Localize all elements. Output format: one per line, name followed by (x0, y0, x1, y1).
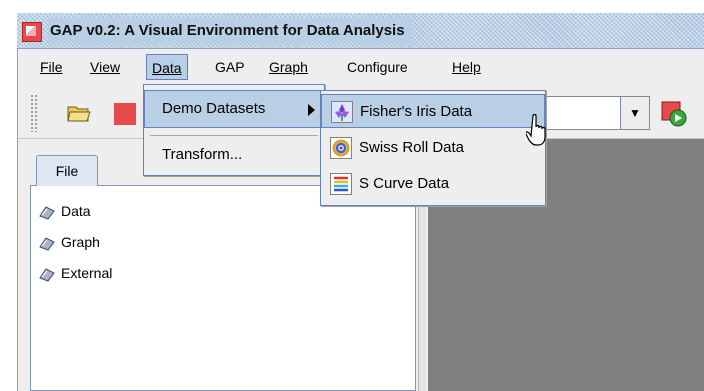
tree-item-data[interactable]: Data (38, 199, 91, 223)
tab-file[interactable]: File (36, 155, 98, 186)
menu-configure[interactable]: Configure (342, 54, 413, 80)
tree-item-label: External (61, 265, 113, 281)
tree-item-label: Graph (61, 234, 100, 250)
demo-datasets-label: Demo Datasets (162, 100, 266, 117)
tree-item-label: Data (61, 203, 91, 219)
menu-item-fishers-iris[interactable]: Fisher's Iris Data (321, 94, 545, 128)
menu-graph[interactable]: Graph (264, 54, 313, 80)
swiss-roll-label: Swiss Roll Data (359, 139, 465, 156)
gap-tool-icon[interactable] (114, 103, 136, 125)
menu-help[interactable]: Help (447, 54, 486, 80)
menu-file[interactable]: File (35, 54, 68, 80)
hand-cursor-icon (526, 113, 546, 146)
iris-label: Fisher's Iris Data (360, 103, 473, 120)
dataset-combo[interactable] (540, 96, 620, 130)
tree-node-icon (39, 237, 55, 251)
menu-data[interactable]: Data (146, 54, 188, 80)
tree-node-icon (39, 206, 55, 220)
menu-item-swiss-roll[interactable]: Swiss Roll Data (330, 131, 464, 165)
tree-item-graph[interactable]: Graph (38, 230, 100, 254)
menu-separator (150, 135, 318, 136)
tree-item-external[interactable]: External (38, 261, 112, 285)
s-curve-label: S Curve Data (359, 175, 450, 192)
menu-view[interactable]: View (85, 54, 125, 80)
toolbar-grip[interactable] (30, 94, 38, 132)
swiss-roll-icon (330, 137, 352, 160)
run-icon[interactable] (660, 100, 688, 128)
dropdown-arrow-icon[interactable]: ▼ (620, 96, 650, 130)
submenu-arrow-icon (308, 104, 315, 116)
menu-item-transform[interactable]: Transform... (162, 141, 242, 169)
tree-node-icon (39, 268, 55, 282)
menu-gap[interactable]: GAP (210, 54, 250, 80)
open-folder-icon[interactable] (67, 103, 91, 123)
s-curve-icon (330, 173, 352, 196)
menu-item-s-curve[interactable]: S Curve Data (330, 167, 449, 201)
window-title: GAP v0.2: A Visual Environment for Data … (48, 18, 411, 44)
iris-icon (331, 101, 353, 124)
gap-logo-icon (22, 22, 42, 42)
